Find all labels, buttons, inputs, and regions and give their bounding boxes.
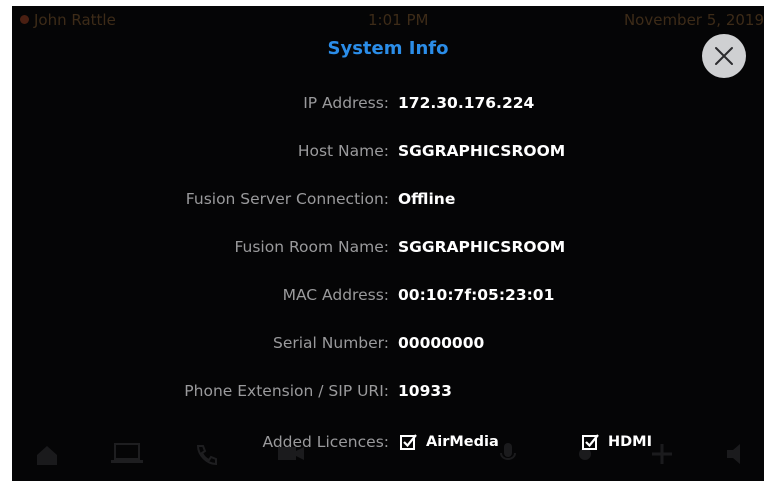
close-button[interactable]	[702, 34, 746, 78]
licence-airmedia-label: AirMedia	[426, 433, 499, 450]
mac-address-label: MAC Address:	[282, 286, 389, 304]
status-user-name: John Rattle	[34, 11, 116, 29]
ip-address-value: 172.30.176.224	[398, 94, 535, 112]
phone-extension-row: Phone Extension / SIP URI: 10933	[12, 382, 764, 404]
licence-hdmi[interactable]: HDMI	[582, 433, 652, 450]
licence-hdmi-label: HDMI	[608, 433, 652, 450]
fusion-room-name-label: Fusion Room Name:	[234, 238, 389, 256]
licence-airmedia[interactable]: AirMedia	[400, 433, 499, 450]
fusion-server-connection-row: Fusion Server Connection: Offline	[12, 190, 764, 212]
mac-address-row: MAC Address: 00:10:7f:05:23:01	[12, 286, 764, 308]
phone-extension-label: Phone Extension / SIP URI:	[184, 382, 389, 400]
added-licences-label: Added Licences:	[262, 433, 390, 451]
close-icon	[715, 47, 733, 65]
phone-extension-value: 10933	[398, 382, 452, 400]
serial-number-label: Serial Number:	[272, 334, 389, 352]
dialog-title: System Info	[327, 38, 449, 59]
host-name-label: Host Name:	[297, 142, 389, 160]
serial-number-value: 00000000	[398, 334, 485, 352]
ip-address-row: IP Address: 172.30.176.224	[12, 94, 764, 116]
serial-number-row: Serial Number: 00000000	[12, 334, 764, 356]
mac-address-value: 00:10:7f:05:23:01	[398, 286, 555, 304]
status-indicator	[20, 15, 29, 24]
checkbox-checked-icon[interactable]	[582, 433, 599, 450]
touch-panel-screen: John Rattle 1:01 PM November 5, 2019 Sys…	[12, 6, 764, 481]
fusion-room-name-row: Fusion Room Name: SGGRAPHICSROOM	[12, 238, 764, 260]
fusion-room-name-value: SGGRAPHICSROOM	[398, 238, 566, 256]
added-licences-row: Added Licences: AirMedia HDMI	[12, 433, 764, 455]
fusion-server-connection-value: Offline	[398, 190, 456, 208]
checkbox-checked-icon[interactable]	[400, 433, 417, 450]
host-name-value: SGGRAPHICSROOM	[398, 142, 566, 160]
status-bar: John Rattle 1:01 PM November 5, 2019	[12, 6, 764, 32]
fusion-server-connection-label: Fusion Server Connection:	[185, 190, 389, 208]
host-name-row: Host Name: SGGRAPHICSROOM	[12, 142, 764, 164]
status-date: November 5, 2019	[623, 11, 764, 29]
status-time: 1:01 PM	[368, 11, 429, 29]
ip-address-label: IP Address:	[303, 94, 389, 112]
